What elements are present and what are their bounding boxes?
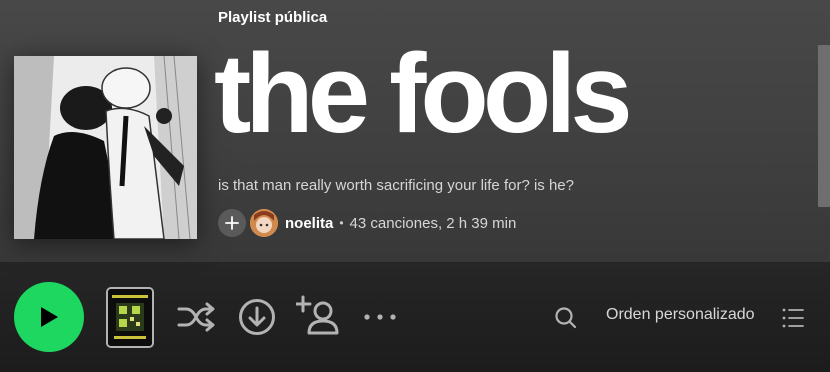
- list-icon: [782, 308, 804, 328]
- playlist-cover-image[interactable]: [14, 56, 197, 239]
- play-icon: [41, 307, 58, 327]
- add-user-button[interactable]: [296, 295, 340, 337]
- download-button[interactable]: [237, 297, 277, 337]
- owner-link[interactable]: noelita: [285, 215, 333, 232]
- avatar[interactable]: [250, 209, 278, 237]
- add-user-icon: [296, 295, 339, 335]
- playlist-title[interactable]: the fools: [214, 38, 633, 150]
- sort-list-button[interactable]: [780, 306, 806, 330]
- scrollbar[interactable]: [818, 45, 830, 207]
- search-button[interactable]: [553, 305, 579, 331]
- sort-dropdown-label[interactable]: Orden personalizado: [606, 306, 755, 324]
- download-icon: [239, 299, 275, 335]
- search-icon: [555, 307, 577, 329]
- play-button[interactable]: [14, 282, 84, 352]
- plus-icon: [225, 216, 239, 230]
- playlist-stats: 43 canciones, 2 h 39 min: [349, 214, 517, 232]
- more-options-button[interactable]: [362, 307, 398, 327]
- mini-cover-image[interactable]: [106, 287, 154, 348]
- playlist-meta: noelita • 43 canciones, 2 h 39 min: [218, 209, 516, 237]
- shuffle-button[interactable]: [174, 297, 218, 337]
- separator-dot: •: [339, 216, 344, 230]
- playlist-description: is that man really worth sacrificing you…: [218, 177, 574, 194]
- shuffle-icon: [177, 302, 215, 332]
- add-collaborator-button[interactable]: [218, 209, 246, 237]
- more-icon: [364, 314, 396, 320]
- playlist-type-label: Playlist pública: [218, 9, 328, 26]
